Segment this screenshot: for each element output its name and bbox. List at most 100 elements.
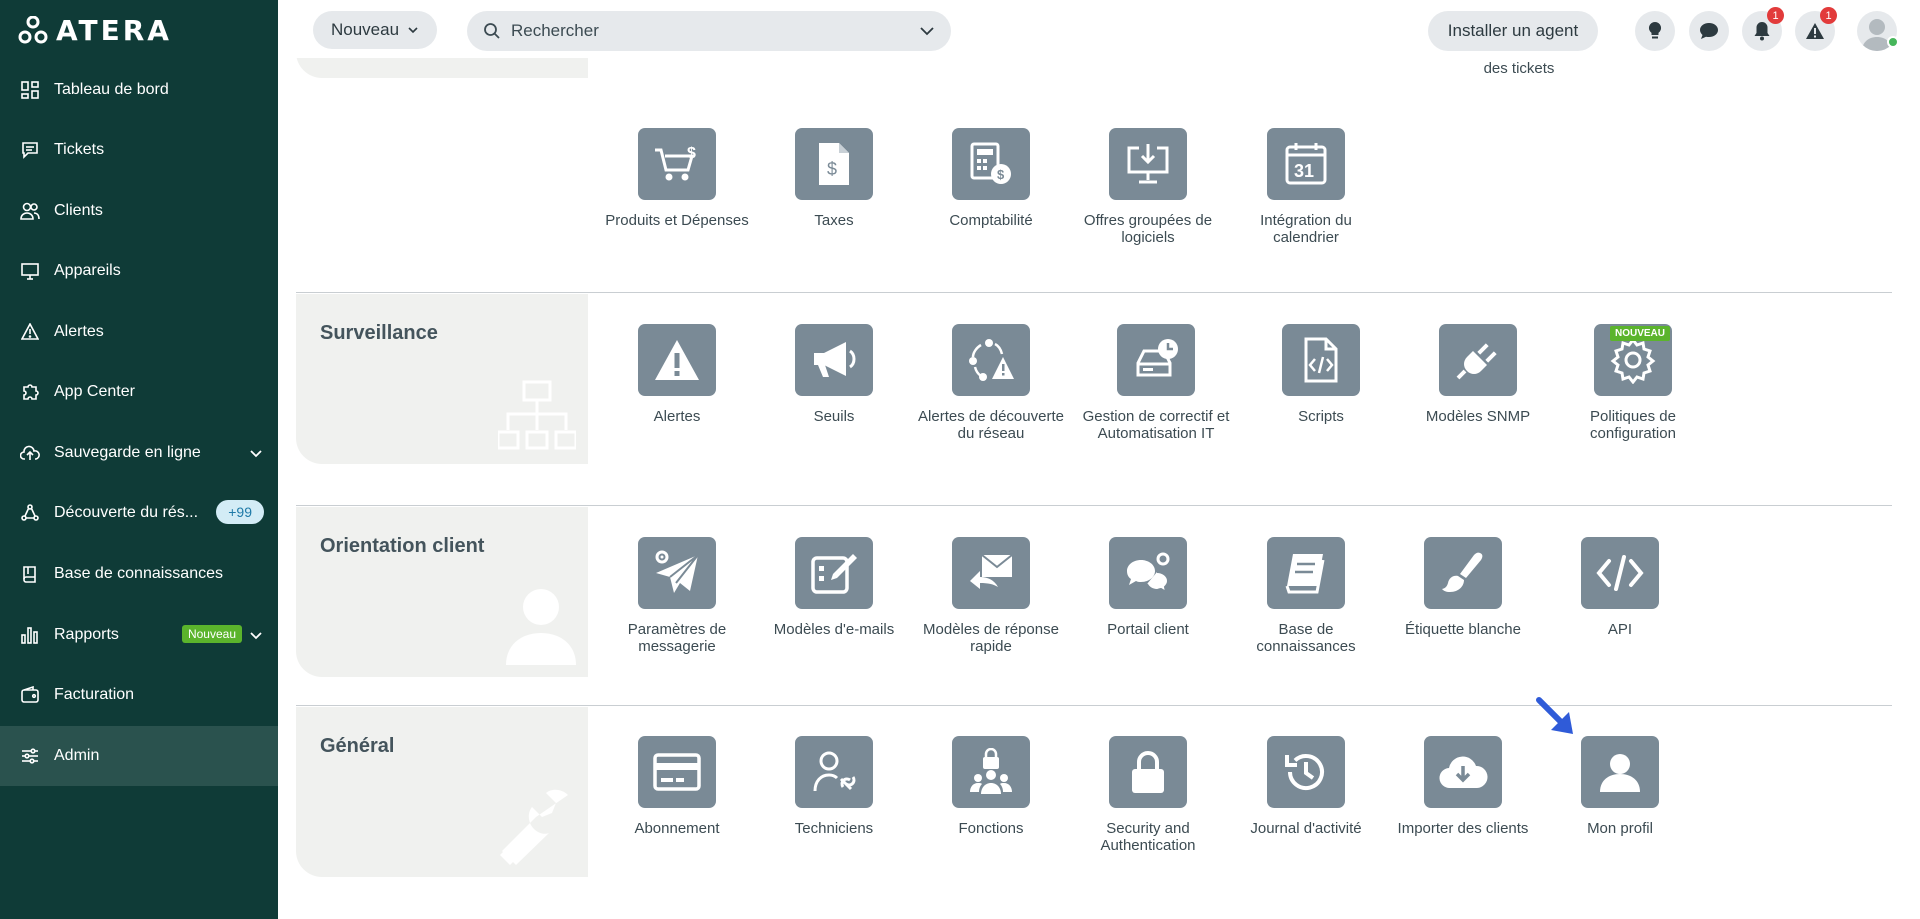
tile-import-clients[interactable]: Importer des clients — [1393, 736, 1533, 837]
tile-label: Modèles SNMP — [1425, 408, 1531, 425]
tile-accounting[interactable]: $ Comptabilité — [921, 128, 1061, 229]
lightbulb-icon — [1648, 21, 1662, 39]
sidebar-item-app-center[interactable]: App Center — [0, 362, 278, 422]
sidebar-item-network-discovery[interactable]: Découverte du rés... +99 — [0, 483, 278, 543]
tile-alerts[interactable]: Alertes — [607, 324, 747, 425]
sidebar-item-clients[interactable]: Clients — [0, 181, 278, 241]
sidebar-item-billing[interactable]: Facturation — [0, 665, 278, 725]
tile-products-expenses[interactable]: $ Produits et Dépenses — [605, 128, 749, 229]
search-input[interactable] — [511, 21, 911, 41]
section-title: Surveillance — [320, 322, 438, 344]
chevron-down-icon[interactable] — [919, 23, 935, 39]
puzzle-icon — [20, 382, 40, 402]
calendar-icon: 31 — [1267, 128, 1345, 200]
sidebar-item-admin[interactable]: Admin — [0, 726, 278, 786]
tile-activity-log[interactable]: Journal d'activité — [1236, 736, 1376, 837]
section-divider — [296, 292, 1892, 293]
tile-technicians[interactable]: Techniciens — [764, 736, 904, 837]
tile-messaging-settings[interactable]: Paramètres de messagerie — [607, 537, 747, 655]
new-button-label: Nouveau — [330, 20, 400, 39]
lock-icon — [1109, 736, 1187, 808]
tile-label: Gestion de correctif et Automatisation I… — [1082, 408, 1230, 442]
logo-text: ATERA — [56, 13, 172, 47]
sidebar-item-online-backup[interactable]: Sauvegarde en ligne — [0, 423, 278, 483]
network-tree-icon — [498, 380, 576, 450]
notifications-button[interactable]: 1 — [1742, 7, 1784, 51]
dashboard-icon — [20, 80, 40, 100]
tile-label: Taxes — [814, 212, 854, 229]
tile-taxes[interactable]: $ Taxes — [764, 128, 904, 229]
cloud-download-icon — [1424, 736, 1502, 808]
sidebar-item-label: Alertes — [54, 323, 104, 340]
chevron-down-icon — [250, 632, 262, 640]
wallet-icon — [20, 685, 40, 705]
sidebar-item-label: Appareils — [54, 262, 121, 279]
ticket-icon — [20, 140, 40, 160]
section-panel-surveillance: Surveillance — [296, 294, 588, 464]
tile-white-label[interactable]: Étiquette blanche — [1393, 537, 1533, 638]
sidebar-item-alerts[interactable]: Alertes — [0, 302, 278, 362]
warning-icon — [1806, 23, 1824, 39]
tile-label: Modèles de réponse rapide — [923, 621, 1059, 655]
warning-icon — [20, 322, 40, 342]
tile-patch-management[interactable]: Gestion de correctif et Automatisation I… — [1083, 324, 1229, 442]
sidebar-item-tickets[interactable]: Tickets — [0, 120, 278, 180]
sidebar-item-dashboard[interactable]: Tableau de bord — [0, 60, 278, 120]
tile-roles[interactable]: Fonctions — [921, 736, 1061, 837]
count-badge: +99 — [216, 500, 264, 524]
tile-quick-reply-templates[interactable]: Modèles de réponse rapide — [921, 537, 1061, 655]
network-alert-icon — [952, 324, 1030, 396]
section-panel-general: Général — [296, 707, 588, 877]
tile-configuration-policies[interactable]: NOUVEAU Politiques de configuration — [1563, 324, 1703, 442]
chevron-down-icon — [408, 27, 418, 34]
tile-label: Techniciens — [794, 820, 874, 837]
tile-network-discovery-alerts[interactable]: Alertes de découverte du réseau — [918, 324, 1064, 442]
sidebar-item-label: Facturation — [54, 686, 135, 703]
download-monitor-icon — [1109, 128, 1187, 200]
new-badge: Nouveau — [181, 625, 242, 643]
tile-thresholds[interactable]: Seuils — [764, 324, 904, 425]
new-button[interactable]: Nouveau — [313, 11, 437, 49]
svg-text:$: $ — [827, 159, 837, 179]
tile-label: Fonctions — [958, 820, 1024, 837]
tile-my-profile[interactable]: Mon profil — [1550, 736, 1690, 837]
svg-text:31: 31 — [1294, 161, 1314, 181]
script-icon — [1282, 324, 1360, 396]
tile-label: Modèles d'e-mails — [773, 621, 895, 638]
tile-calendar-integration[interactable]: 31 Intégration du calendrier — [1236, 128, 1376, 246]
ideas-button[interactable] — [1635, 11, 1675, 51]
tile-label: Politiques de configuration — [1590, 408, 1676, 442]
atera-logo[interactable]: ATERA — [18, 13, 172, 47]
tile-label: Produits et Dépenses — [605, 212, 749, 229]
install-agent-button[interactable]: Installer un agent — [1428, 11, 1598, 51]
tile-label: Scripts — [1298, 408, 1344, 425]
tile-scripts[interactable]: Scripts — [1251, 324, 1391, 425]
tile-snmp-templates[interactable]: Modèles SNMP — [1408, 324, 1548, 425]
search-bar[interactable] — [467, 11, 951, 51]
sidebar-item-knowledge-base[interactable]: Base de connaissances — [0, 544, 278, 604]
tile-label: Paramètres de messagerie — [627, 621, 727, 655]
megaphone-icon — [795, 324, 873, 396]
tile-label: Alertes de découverte du réseau — [918, 408, 1064, 442]
tile-email-templates[interactable]: Modèles d'e-mails — [764, 537, 904, 638]
calculator-icon: $ — [952, 128, 1030, 200]
bar-chart-icon — [20, 625, 40, 645]
tile-api[interactable]: API — [1550, 537, 1690, 638]
sidebar-item-label: Sauvegarde en ligne — [54, 444, 201, 461]
tile-software-bundles[interactable]: Offres groupées de logiciels — [1078, 128, 1218, 246]
tile-client-portal[interactable]: Portail client — [1078, 537, 1218, 638]
chevron-down-icon — [250, 450, 262, 458]
tile-label: API — [1607, 621, 1633, 638]
sidebar-item-reports[interactable]: Rapports Nouveau — [0, 605, 278, 665]
brush-icon — [1424, 537, 1502, 609]
tile-knowledge-base[interactable]: Base de connaissances — [1236, 537, 1376, 655]
tile-security-authentication[interactable]: Security and Authentication — [1078, 736, 1218, 854]
alerts-button[interactable]: 1 — [1795, 7, 1837, 51]
drive-clock-icon — [1117, 324, 1195, 396]
wrench-icon — [500, 789, 568, 865]
tile-label: Importer des clients — [1397, 820, 1529, 837]
group-lock-icon — [952, 736, 1030, 808]
chat-button[interactable] — [1689, 11, 1729, 51]
sidebar-item-devices[interactable]: Appareils — [0, 241, 278, 301]
tile-subscription[interactable]: Abonnement — [607, 736, 747, 837]
